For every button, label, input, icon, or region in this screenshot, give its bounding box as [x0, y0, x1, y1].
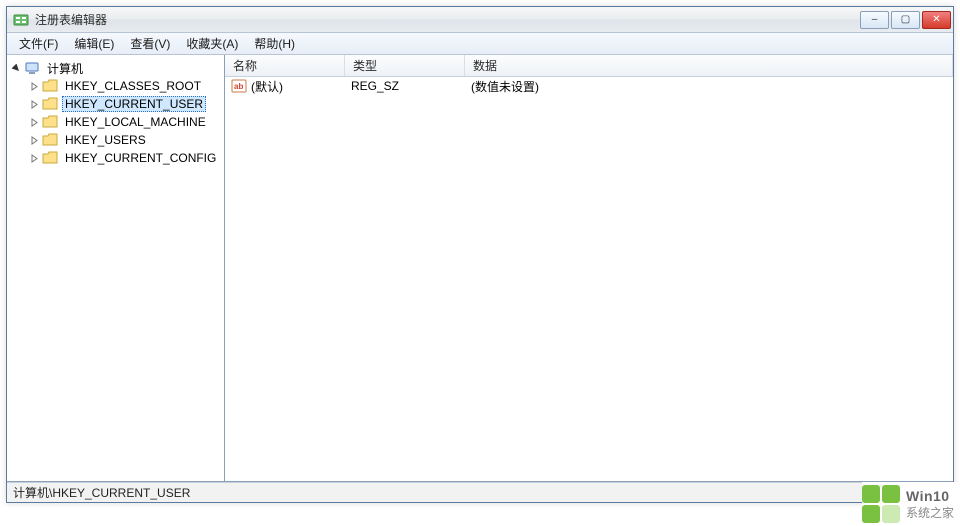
tree-item-label: HKEY_CURRENT_USER [62, 96, 206, 112]
column-header-type[interactable]: 类型 [345, 55, 465, 76]
window-controls: – ▢ ✕ [858, 11, 953, 29]
logo-square [862, 505, 880, 523]
cell-type: REG_SZ [345, 79, 465, 93]
tree-pane[interactable]: 计算机 HKEY_CLASSES_ROOT HKEY_CURR [7, 55, 225, 481]
logo-square [882, 485, 900, 503]
watermark-line1: Win10 [906, 488, 954, 504]
menu-bar: 文件(F) 编辑(E) 查看(V) 收藏夹(A) 帮助(H) [7, 33, 953, 55]
folder-icon [42, 132, 58, 148]
folder-icon [42, 78, 58, 94]
menu-file[interactable]: 文件(F) [11, 33, 66, 54]
expander-expand-icon[interactable] [29, 81, 39, 91]
maximize-button[interactable]: ▢ [891, 11, 920, 29]
status-path: 计算机\HKEY_CURRENT_USER [13, 484, 190, 501]
menu-help[interactable]: 帮助(H) [246, 33, 303, 54]
list-body[interactable]: ab (默认) REG_SZ (数值未设置) [225, 77, 953, 481]
cell-name: ab (默认) [225, 78, 345, 95]
client-area: 计算机 HKEY_CLASSES_ROOT HKEY_CURR [7, 55, 953, 482]
computer-icon [24, 60, 40, 76]
regedit-app-icon [13, 12, 29, 28]
title-bar[interactable]: 注册表编辑器 – ▢ ✕ [7, 7, 953, 33]
tree-root-label: 计算机 [44, 59, 86, 78]
watermark-logo-icon [862, 485, 900, 523]
folder-icon [42, 114, 58, 130]
watermark-text: Win10 系统之家 [906, 488, 954, 521]
logo-square [882, 505, 900, 523]
tree-item-hkey-classes-root[interactable]: HKEY_CLASSES_ROOT [11, 77, 224, 95]
tree-item-label: HKEY_CLASSES_ROOT [62, 78, 204, 94]
folder-icon [42, 96, 58, 112]
minimize-button[interactable]: – [860, 11, 889, 29]
tree-item-label: HKEY_CURRENT_CONFIG [62, 150, 219, 166]
expander-expand-icon[interactable] [29, 135, 39, 145]
tree-item-hkey-local-machine[interactable]: HKEY_LOCAL_MACHINE [11, 113, 224, 131]
watermark-line2: 系统之家 [906, 504, 954, 521]
folder-icon [42, 150, 58, 166]
list-row[interactable]: ab (默认) REG_SZ (数值未设置) [225, 77, 953, 95]
site-watermark: Win10 系统之家 [862, 482, 960, 526]
column-header-data[interactable]: 数据 [465, 55, 953, 76]
expander-expand-icon[interactable] [29, 99, 39, 109]
value-name: (默认) [251, 78, 283, 95]
value-type: REG_SZ [351, 79, 399, 93]
list-header: 名称 类型 数据 [225, 55, 953, 77]
window-title: 注册表编辑器 [35, 11, 107, 28]
string-value-icon: ab [231, 78, 247, 94]
tree-item-label: HKEY_USERS [62, 132, 149, 148]
expander-collapse-icon[interactable] [11, 63, 21, 73]
status-bar: 计算机\HKEY_CURRENT_USER [7, 482, 953, 502]
close-button[interactable]: ✕ [922, 11, 951, 29]
cell-data: (数值未设置) [465, 78, 953, 95]
logo-square [862, 485, 880, 503]
tree-item-hkey-current-user[interactable]: HKEY_CURRENT_USER [11, 95, 224, 113]
menu-favorites[interactable]: 收藏夹(A) [178, 33, 246, 54]
tree-item-hkey-current-config[interactable]: HKEY_CURRENT_CONFIG [11, 149, 224, 167]
tree-root-computer[interactable]: 计算机 [11, 59, 224, 77]
menu-view[interactable]: 查看(V) [122, 33, 178, 54]
expander-expand-icon[interactable] [29, 117, 39, 127]
tree-item-hkey-users[interactable]: HKEY_USERS [11, 131, 224, 149]
tree-item-label: HKEY_LOCAL_MACHINE [62, 114, 209, 130]
value-list-pane: 名称 类型 数据 ab (默认) [225, 55, 953, 481]
menu-edit[interactable]: 编辑(E) [66, 33, 122, 54]
svg-text:ab: ab [234, 82, 243, 91]
column-header-name[interactable]: 名称 [225, 55, 345, 76]
registry-editor-window: 注册表编辑器 – ▢ ✕ 文件(F) 编辑(E) 查看(V) 收藏夹(A) 帮助… [6, 6, 954, 503]
expander-expand-icon[interactable] [29, 153, 39, 163]
value-data: (数值未设置) [471, 78, 539, 95]
